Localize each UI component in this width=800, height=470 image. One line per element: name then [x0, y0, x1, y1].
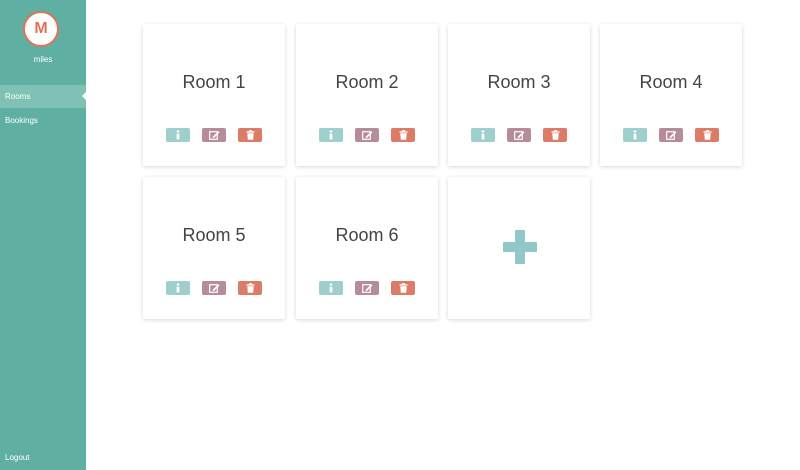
sidebar: M miles Rooms Bookings Logout [0, 0, 86, 470]
room-edit-button[interactable] [355, 128, 379, 142]
room-info-button[interactable] [166, 128, 190, 142]
room-delete-button[interactable] [238, 281, 262, 295]
edit-icon [513, 131, 524, 140]
info-icon [329, 130, 333, 140]
room-edit-button[interactable] [507, 128, 531, 142]
room-actions [143, 281, 285, 295]
room-card: Room 2 [296, 24, 438, 166]
trash-icon [246, 283, 254, 293]
room-delete-button[interactable] [238, 128, 262, 142]
room-card: Room 1 [143, 24, 285, 166]
edit-icon [361, 284, 372, 293]
trash-icon [703, 130, 711, 140]
info-icon [481, 130, 485, 140]
room-actions [143, 128, 285, 142]
room-title: Room 4 [639, 72, 703, 92]
room-title: Room 6 [335, 225, 399, 245]
logout-link[interactable]: Logout [0, 446, 86, 469]
room-card: Room 5 [143, 177, 285, 319]
room-info-button[interactable] [166, 281, 190, 295]
edit-icon [208, 284, 219, 293]
room-delete-button[interactable] [391, 281, 415, 295]
sidebar-item-bookings[interactable]: Bookings [0, 109, 86, 132]
edit-icon [361, 131, 372, 140]
room-info-button[interactable] [319, 128, 343, 142]
room-title: Room 3 [487, 72, 551, 92]
room-edit-button[interactable] [202, 281, 226, 295]
trash-icon [246, 130, 254, 140]
edit-icon [208, 131, 219, 140]
plus-icon [503, 230, 537, 264]
info-icon [176, 130, 180, 140]
info-icon [176, 283, 180, 293]
sidebar-item-label: Rooms [5, 92, 31, 101]
info-icon [329, 283, 333, 293]
trash-icon [399, 283, 407, 293]
add-room-card[interactable] [448, 177, 590, 319]
room-actions [296, 128, 438, 142]
app: M miles Rooms Bookings Logout Room 1 Roo… [0, 0, 800, 470]
avatar[interactable]: M [23, 11, 59, 47]
room-card: Room 6 [296, 177, 438, 319]
room-actions [448, 128, 590, 142]
room-edit-button[interactable] [202, 128, 226, 142]
room-title: Room 2 [335, 72, 399, 92]
sidebar-item-rooms[interactable]: Rooms [0, 85, 86, 108]
room-card: Room 4 [600, 24, 742, 166]
room-delete-button[interactable] [391, 128, 415, 142]
room-info-button[interactable] [319, 281, 343, 295]
logout-label: Logout [5, 453, 30, 462]
sidebar-item-label: Bookings [5, 116, 38, 125]
active-indicator-icon [82, 92, 86, 100]
room-title: Room 1 [182, 72, 246, 92]
room-edit-button[interactable] [659, 128, 683, 142]
trash-icon [399, 130, 407, 140]
room-info-button[interactable] [623, 128, 647, 142]
room-actions [296, 281, 438, 295]
room-card: Room 3 [448, 24, 590, 166]
room-actions [600, 128, 742, 142]
trash-icon [551, 130, 559, 140]
username: miles [33, 55, 53, 64]
room-info-button[interactable] [471, 128, 495, 142]
room-delete-button[interactable] [695, 128, 719, 142]
room-title: Room 5 [182, 225, 246, 245]
edit-icon [665, 131, 676, 140]
room-edit-button[interactable] [355, 281, 379, 295]
room-delete-button[interactable] [543, 128, 567, 142]
info-icon [633, 130, 637, 140]
